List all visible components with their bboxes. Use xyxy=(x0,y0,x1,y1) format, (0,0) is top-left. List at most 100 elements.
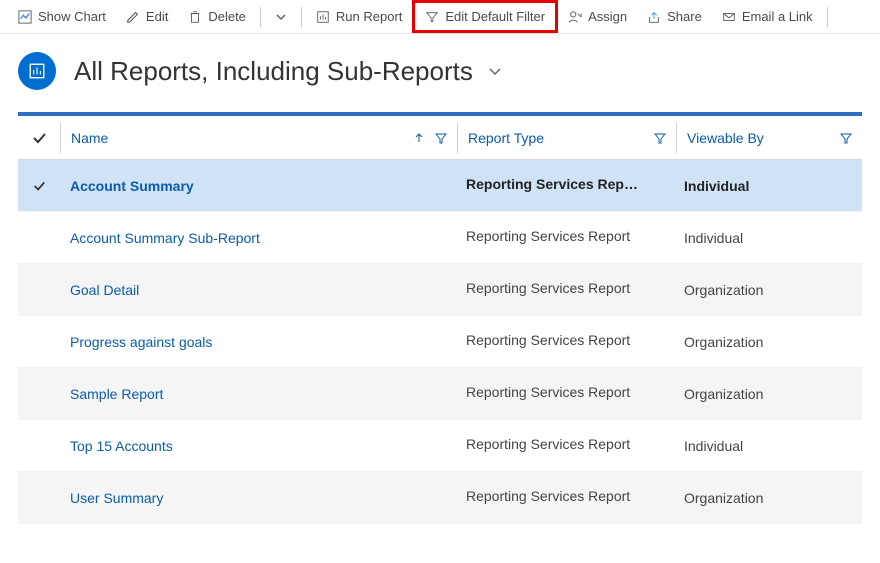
report-name-link[interactable]: Goal Detail xyxy=(70,282,139,298)
pencil-icon xyxy=(126,10,140,24)
show-chart-button[interactable]: Show Chart xyxy=(8,5,116,28)
email-link-button[interactable]: Email a Link xyxy=(712,5,823,28)
report-name-link[interactable]: Progress against goals xyxy=(70,334,212,350)
run-report-button[interactable]: Run Report xyxy=(306,5,412,28)
table-row[interactable]: User Summary Reporting Services Report Org… xyxy=(18,472,862,524)
column-header-name[interactable]: Name xyxy=(61,116,457,159)
report-type-text: Reporting Services Report xyxy=(466,436,630,452)
select-all-header[interactable] xyxy=(18,130,60,146)
run-report-label: Run Report xyxy=(336,9,402,24)
column-name-label: Name xyxy=(71,130,108,146)
cell-name: Progress against goals xyxy=(60,316,456,367)
grid-header: Name Report Type Viewable By xyxy=(18,116,862,160)
cell-viewable: Individual xyxy=(674,230,862,246)
delete-label: Delete xyxy=(208,9,246,24)
table-row[interactable]: Goal Detail Reporting Services Report Orga… xyxy=(18,264,862,316)
cell-type: Reporting Services Report xyxy=(456,280,674,299)
column-type-label: Report Type xyxy=(468,130,544,146)
cell-name: Account Summary xyxy=(60,160,456,211)
chart-icon xyxy=(18,10,32,24)
chevron-down-icon xyxy=(487,63,503,79)
filter-icon xyxy=(840,132,852,144)
filter-edit-icon xyxy=(425,10,439,24)
cell-viewable: Organization xyxy=(674,490,862,506)
separator xyxy=(260,7,261,27)
trash-icon xyxy=(188,10,202,24)
filter-icon xyxy=(654,132,666,144)
cell-type: Reporting Services Report xyxy=(456,332,674,351)
column-header-type[interactable]: Report Type xyxy=(458,116,676,159)
email-link-label: Email a Link xyxy=(742,9,813,24)
grid-body: Account Summary Reporting Services Rep… In… xyxy=(18,160,862,524)
share-button[interactable]: Share xyxy=(637,5,712,28)
viewable-by-text: Individual xyxy=(684,438,743,454)
assign-icon xyxy=(568,10,582,24)
show-chart-label: Show Chart xyxy=(38,9,106,24)
assign-button[interactable]: Assign xyxy=(558,5,637,28)
command-bar: Show Chart Edit Delete Run Report Edit D… xyxy=(0,0,880,34)
column-viewable-label: Viewable By xyxy=(687,130,764,146)
cell-name: User Summary xyxy=(60,472,456,523)
viewable-by-text: Organization xyxy=(684,490,763,506)
edit-button[interactable]: Edit xyxy=(116,5,178,28)
cell-viewable: Individual xyxy=(674,438,862,454)
cell-viewable: Organization xyxy=(674,334,862,350)
report-name-link[interactable]: Top 15 Accounts xyxy=(70,438,173,454)
check-icon xyxy=(31,130,47,146)
cell-name: Sample Report xyxy=(60,368,456,419)
cell-viewable: Individual xyxy=(674,178,862,194)
cell-type: Reporting Services Report xyxy=(456,384,674,403)
viewable-by-text: Individual xyxy=(684,230,743,246)
table-row[interactable]: Account Summary Reporting Services Rep… In… xyxy=(18,160,862,212)
cell-type: Reporting Services Report xyxy=(456,436,674,455)
view-header: All Reports, Including Sub-Reports xyxy=(0,34,880,112)
reports-grid: Name Report Type Viewable By Account Sum… xyxy=(18,112,862,524)
chevron-down-icon xyxy=(275,11,287,23)
cell-type: Reporting Services Report xyxy=(456,488,674,507)
report-type-text: Reporting Services Report xyxy=(466,384,630,400)
table-row[interactable]: Progress against goals Reporting Services… xyxy=(18,316,862,368)
report-type-text: Reporting Services Report xyxy=(466,332,630,348)
filter-icon xyxy=(435,132,447,144)
report-name-link[interactable]: Account Summary Sub-Report xyxy=(70,230,260,246)
row-check[interactable] xyxy=(18,179,60,193)
cell-type: Reporting Services Report xyxy=(456,228,674,247)
cell-name: Goal Detail xyxy=(60,264,456,315)
report-type-text: Reporting Services Report xyxy=(466,228,630,244)
cell-viewable: Organization xyxy=(674,282,862,298)
separator xyxy=(301,7,302,27)
report-type-text: Reporting Services Report xyxy=(466,488,630,504)
share-icon xyxy=(647,10,661,24)
cell-type: Reporting Services Rep… xyxy=(456,176,674,195)
edit-label: Edit xyxy=(146,9,168,24)
report-icon xyxy=(316,10,330,24)
report-type-text: Reporting Services Rep… xyxy=(466,176,638,192)
viewable-by-text: Individual xyxy=(684,178,749,194)
sort-asc-icon xyxy=(413,132,425,144)
entity-icon xyxy=(18,52,56,90)
edit-default-filter-label: Edit Default Filter xyxy=(445,9,545,24)
report-name-link[interactable]: Sample Report xyxy=(70,386,163,402)
check-icon xyxy=(32,179,46,193)
report-entity-icon xyxy=(28,62,46,80)
table-row[interactable]: Account Summary Sub-Report Reporting Serv… xyxy=(18,212,862,264)
delete-button[interactable]: Delete xyxy=(178,5,256,28)
report-name-link[interactable]: User Summary xyxy=(70,490,163,506)
view-title: All Reports, Including Sub-Reports xyxy=(74,56,473,87)
cell-viewable: Organization xyxy=(674,386,862,402)
report-name-link[interactable]: Account Summary xyxy=(70,178,194,194)
separator xyxy=(827,7,828,27)
cell-name: Account Summary Sub-Report xyxy=(60,212,456,263)
view-selector[interactable]: All Reports, Including Sub-Reports xyxy=(74,56,503,87)
delete-dropdown[interactable] xyxy=(265,7,297,27)
table-row[interactable]: Sample Report Reporting Services Report Or… xyxy=(18,368,862,420)
table-row[interactable]: Top 15 Accounts Reporting Services Report… xyxy=(18,420,862,472)
viewable-by-text: Organization xyxy=(684,282,763,298)
assign-label: Assign xyxy=(588,9,627,24)
viewable-by-text: Organization xyxy=(684,386,763,402)
edit-default-filter-button[interactable]: Edit Default Filter xyxy=(412,0,558,33)
column-header-viewable[interactable]: Viewable By xyxy=(677,116,862,159)
email-icon xyxy=(722,10,736,24)
cell-name: Top 15 Accounts xyxy=(60,420,456,471)
viewable-by-text: Organization xyxy=(684,334,763,350)
